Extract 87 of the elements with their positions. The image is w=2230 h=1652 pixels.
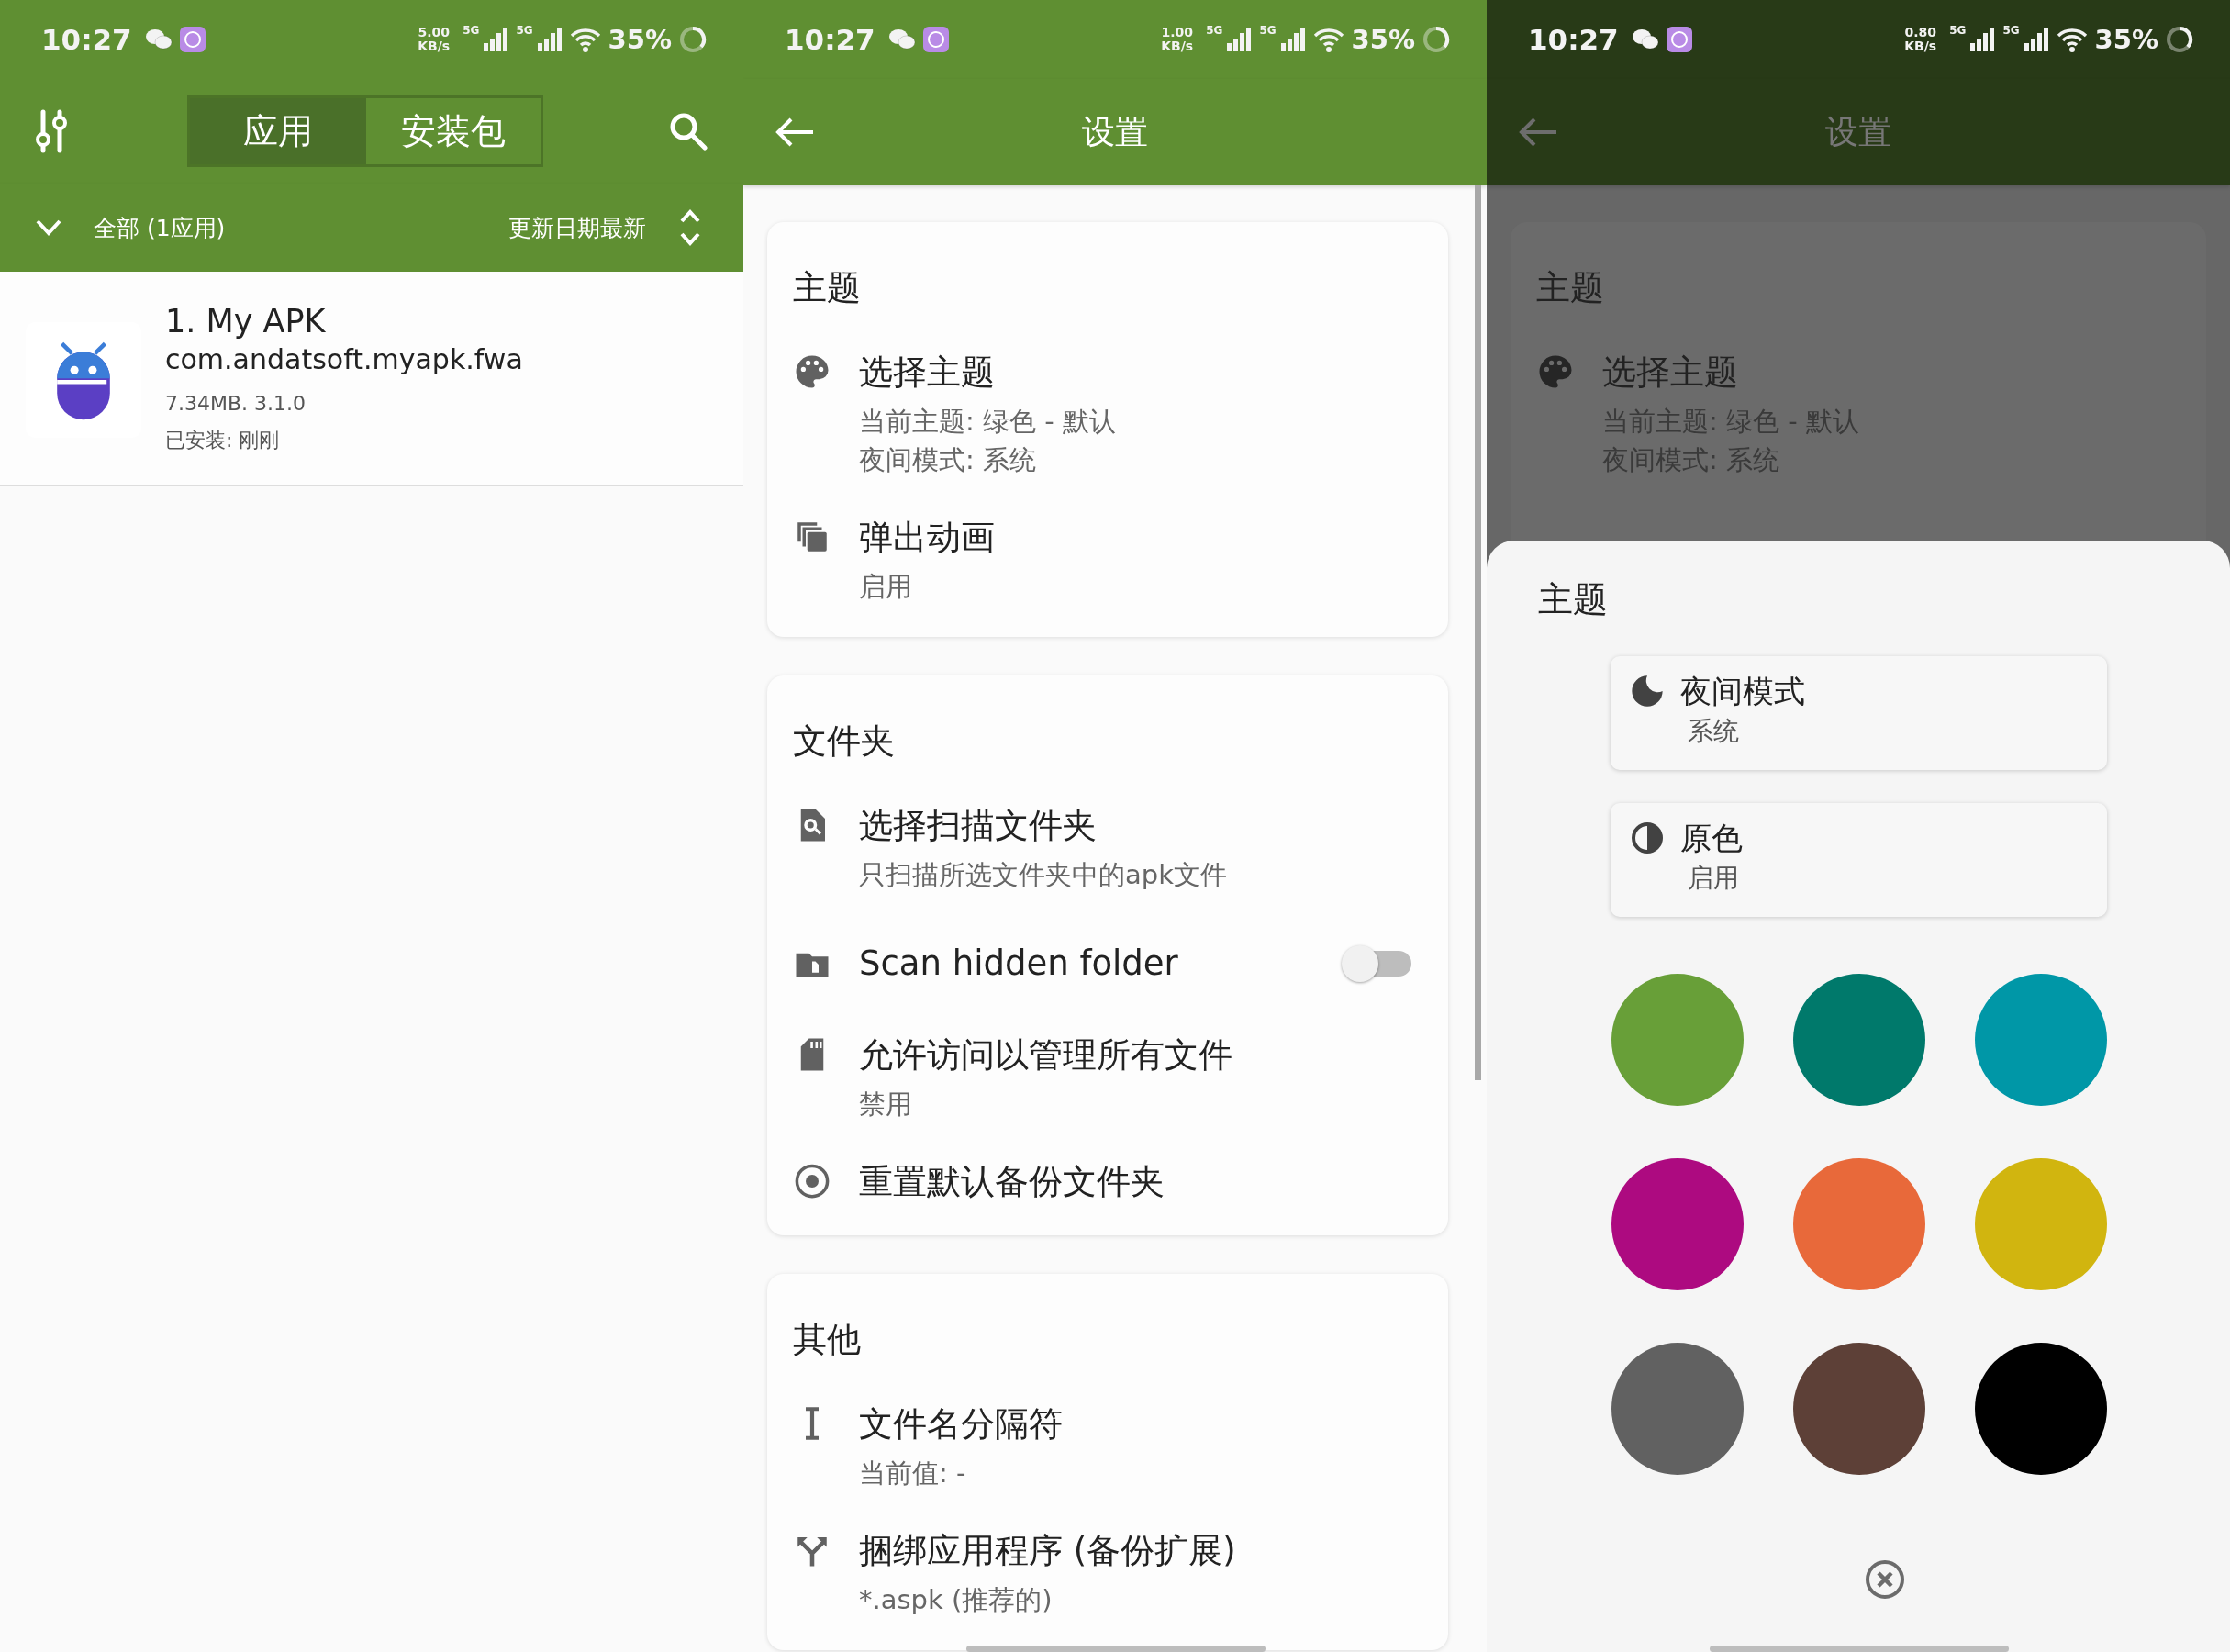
setting-value: 禁用	[859, 1088, 912, 1122]
setting-title: 捆绑应用程序 (备份扩展)	[859, 1530, 1236, 1572]
sort-label[interactable]: 更新日期最新	[508, 212, 646, 243]
setting-title: 弹出动画	[859, 517, 995, 559]
signal-icon	[2023, 28, 2049, 51]
status-time: 10:27	[785, 23, 875, 56]
signal-icon	[1226, 28, 1253, 51]
setting-title: 选择扫描文件夹	[859, 805, 1097, 847]
setting-value: 只扫描所选文件夹中的apk文件	[859, 858, 1227, 892]
setting-value: *.aspk (推荐的)	[859, 1583, 1053, 1617]
option-value: 启用	[1688, 862, 1740, 895]
battery-percent: 35%	[1351, 24, 1415, 55]
sim-label: 5G	[516, 24, 533, 37]
toggle-switch[interactable]	[1342, 945, 1411, 982]
settings-item[interactable]: 重置默认备份文件夹	[793, 1160, 1422, 1204]
filter-sliders-icon[interactable]	[33, 108, 70, 154]
close-icon[interactable]	[1865, 1559, 1905, 1600]
sim-label: 5G	[2002, 24, 2020, 37]
app-notification-icon	[1666, 27, 1692, 52]
contrast-icon	[1629, 820, 1666, 856]
screen-title: 设置	[1825, 111, 1891, 152]
setting-value: 当前主题: 绿色 - 默认	[859, 405, 1116, 439]
radio-target-icon	[793, 1162, 831, 1200]
option-title: 夜间模式	[1680, 672, 1805, 711]
screen-title: 设置	[1082, 111, 1148, 152]
section-title: 主题	[1536, 267, 1604, 309]
battery-percent: 35%	[608, 24, 672, 55]
settings-item[interactable]: 弹出动画 启用	[793, 516, 1422, 606]
status-time: 10:27	[41, 23, 132, 56]
chevron-down-icon[interactable]	[35, 218, 62, 237]
setting-title: Scan hidden folder	[859, 943, 1178, 985]
chat-bubbles-icon	[887, 28, 916, 51]
sim-label: 5G	[1949, 24, 1967, 37]
option-card[interactable]: 原色 启用	[1611, 803, 2107, 917]
settings-item[interactable]: 选择主题 当前主题: 绿色 - 默认 夜间模式: 系统	[793, 351, 1422, 479]
signal-icon	[1279, 28, 1306, 51]
battery-ring-icon	[1422, 26, 1450, 53]
signal-icon	[483, 28, 509, 51]
settings-item[interactable]: Scan hidden folder	[793, 931, 1422, 997]
filter-label[interactable]: 全部 (1应用)	[94, 212, 226, 243]
tab[interactable]: 应用	[190, 98, 366, 164]
package-name: com.andatsoft.myapk.fwa	[165, 342, 523, 377]
battery-ring-icon	[2166, 26, 2193, 53]
battery-ring-icon	[679, 26, 707, 53]
app-name: 1. My APK	[165, 302, 326, 341]
section-title: 主题	[793, 267, 861, 309]
setting-title: 文件名分隔符	[859, 1403, 1063, 1446]
settings-item[interactable]: 允许访问以管理所有文件 禁用	[793, 1033, 1422, 1123]
setting-title: 选择主题	[1602, 352, 1738, 394]
app-notification-icon	[179, 27, 206, 52]
network-speed: 5.00 KB/s	[418, 26, 451, 53]
network-speed: 1.00 KB/s	[1161, 26, 1194, 53]
chat-bubbles-icon	[1631, 28, 1659, 51]
section-title: 其他	[793, 1319, 861, 1361]
size-version: 7.34MB. 3.1.0	[165, 391, 307, 417]
settings-item[interactable]: 捆绑应用程序 (备份扩展) *.aspk (推荐的)	[793, 1529, 1422, 1619]
setting-title: 选择主题	[859, 352, 995, 394]
search-icon[interactable]	[668, 111, 708, 151]
wifi-icon	[1312, 27, 1344, 52]
install-time: 已安装: 刚刚	[165, 428, 280, 453]
section-title: 文件夹	[793, 720, 895, 763]
status-time: 10:27	[1528, 23, 1619, 56]
app-notification-icon	[922, 27, 949, 52]
setting-value: 当前值: -	[859, 1457, 966, 1490]
option-title: 原色	[1680, 819, 1743, 858]
settings-item[interactable]: 选择扫描文件夹 只扫描所选文件夹中的apk文件	[793, 804, 1422, 894]
option-card[interactable]: 夜间模式 系统	[1611, 656, 2107, 770]
sim-label: 5G	[1259, 24, 1277, 37]
setting-title: 允许访问以管理所有文件	[859, 1034, 1232, 1077]
setting-value: 夜间模式: 系统	[859, 443, 1036, 477]
sheet-title: 主题	[1538, 578, 1608, 621]
chat-bubbles-icon	[144, 28, 173, 51]
setting-value: 启用	[859, 570, 912, 604]
sim-label: 5G	[463, 24, 480, 37]
wifi-icon	[2056, 27, 2088, 52]
sim-label: 5G	[1206, 24, 1223, 37]
back-arrow-icon[interactable]	[775, 117, 815, 148]
signal-icon	[536, 28, 563, 51]
back-arrow-icon	[1518, 117, 1558, 148]
moon-icon	[1629, 673, 1666, 709]
wifi-icon	[569, 27, 601, 52]
signal-icon	[1969, 28, 1996, 51]
option-value: 系统	[1688, 715, 1740, 748]
battery-percent: 35%	[2094, 24, 2158, 55]
settings-item[interactable]: 文件名分隔符 当前值: -	[793, 1402, 1422, 1492]
network-speed: 0.80 KB/s	[1904, 26, 1937, 53]
setting-title: 重置默认备份文件夹	[859, 1161, 1165, 1203]
